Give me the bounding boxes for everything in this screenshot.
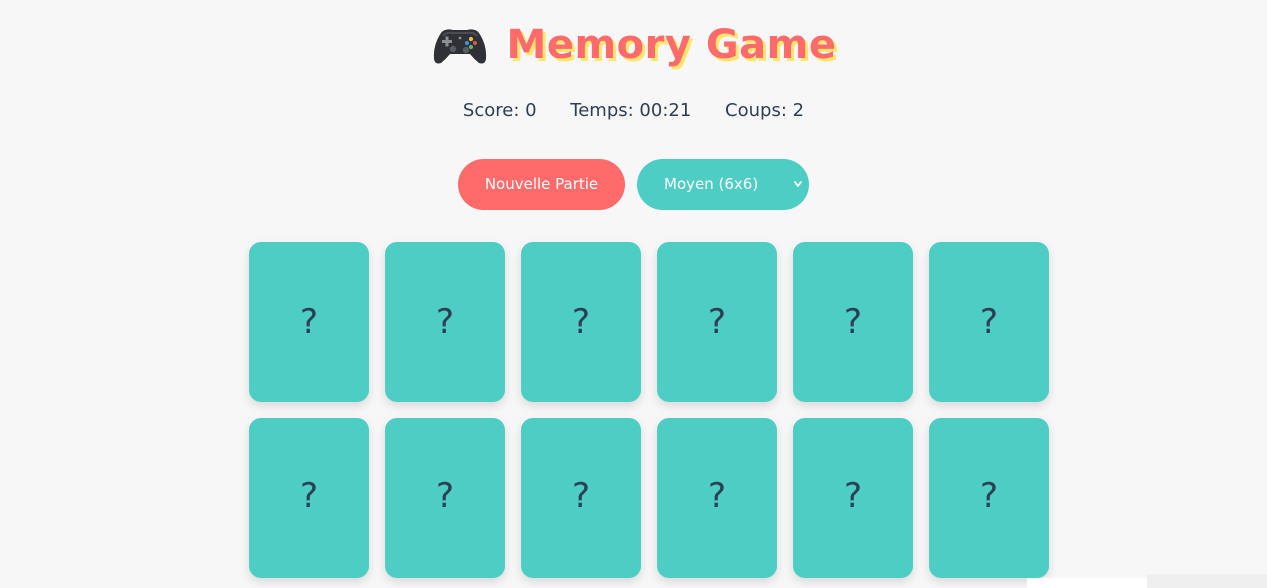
timer-display: Temps: 00:21	[570, 100, 692, 121]
moves-display: Coups: 2	[725, 100, 805, 121]
memory-card[interactable]: ?	[929, 242, 1049, 402]
overlay-panel-edge	[1027, 578, 1147, 588]
memory-card[interactable]: ?	[385, 418, 505, 578]
memory-card[interactable]: ?	[793, 418, 913, 578]
difficulty-select[interactable]: Moyen (6x6)	[637, 159, 809, 210]
page-header: Memory Game	[0, 22, 1267, 86]
memory-card[interactable]: ?	[521, 418, 641, 578]
memory-card[interactable]: ?	[657, 418, 777, 578]
memory-game-page: Memory Game Score: 0 Temps: 00:21 Coups:…	[0, 0, 1267, 588]
memory-card[interactable]: ?	[385, 242, 505, 402]
memory-card[interactable]: ?	[521, 242, 641, 402]
memory-card[interactable]: ?	[929, 418, 1049, 578]
game-stats: Score: 0 Temps: 00:21 Coups: 2	[0, 100, 1267, 121]
page-title: Memory Game	[506, 22, 837, 68]
difficulty-selected-value: Moyen (6x6)	[664, 175, 759, 193]
overlay-panel-edge-secondary	[1147, 574, 1267, 588]
chevron-down-icon	[794, 181, 802, 187]
gamepad-icon	[433, 29, 486, 64]
game-controls: Nouvelle Partie Moyen (6x6)	[0, 159, 1267, 210]
memory-card[interactable]: ?	[249, 418, 369, 578]
score-display: Score: 0	[462, 100, 537, 121]
memory-card[interactable]: ?	[249, 242, 369, 402]
new-game-button[interactable]: Nouvelle Partie	[458, 159, 625, 210]
memory-card[interactable]: ?	[793, 242, 913, 402]
memory-card[interactable]: ?	[657, 242, 777, 402]
